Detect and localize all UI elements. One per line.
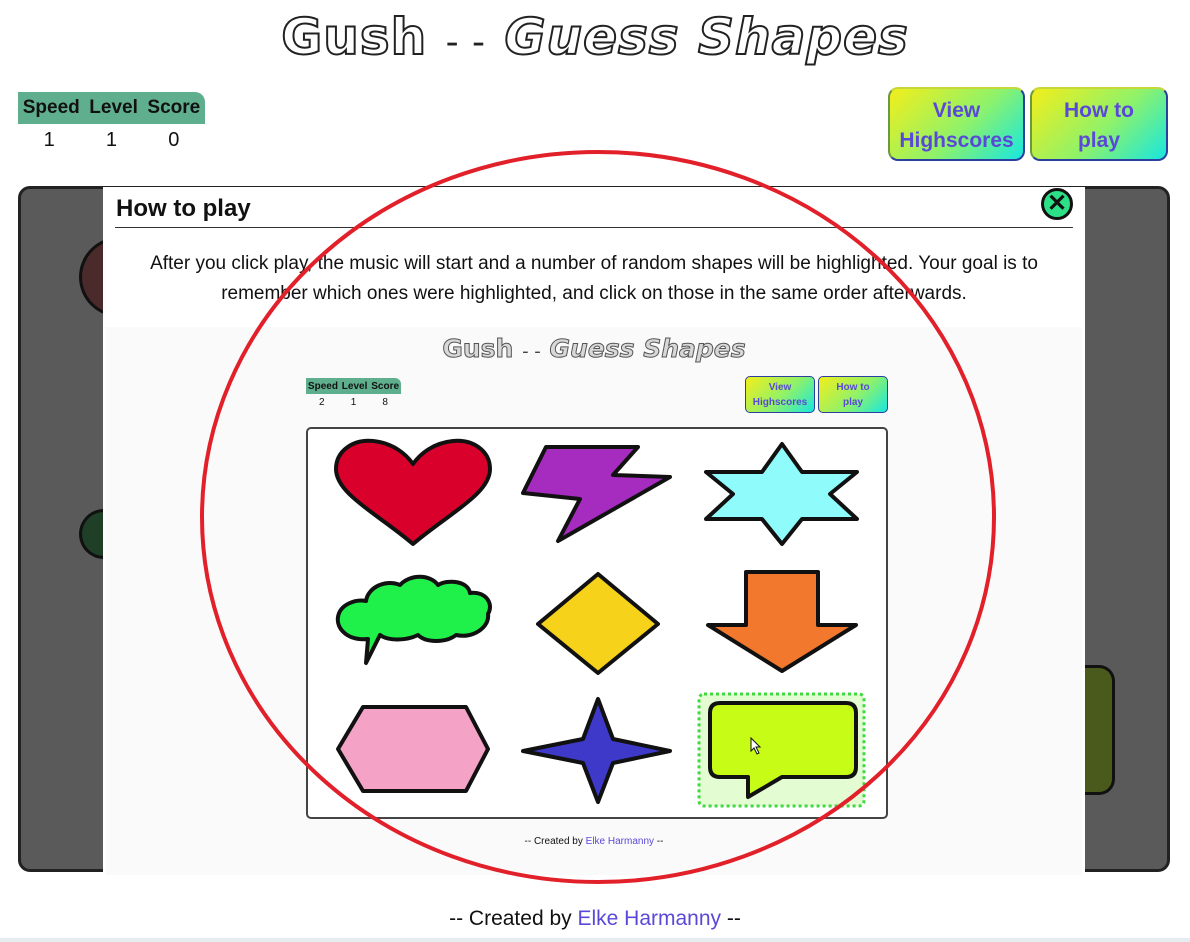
app-title: Gush - - Guess Shapes	[0, 7, 1190, 67]
hexagon-shape	[336, 705, 490, 793]
modal-header: How to play ✕	[115, 187, 1073, 228]
preview-shapes-svg	[334, 438, 866, 808]
level-value: 1	[105, 128, 118, 151]
cloud-bubble-shape	[335, 574, 492, 665]
preview-score-label: Score	[371, 380, 400, 392]
preview-howto-line1: How to	[836, 382, 870, 393]
title-part2: Guess Shapes	[503, 7, 909, 67]
howto-line2: play	[1077, 129, 1121, 152]
modal-title: How to play	[116, 195, 251, 222]
bg-speech-bubble-shape	[1081, 665, 1115, 795]
stats-panel: Speed Level Score 1 1 0	[18, 92, 205, 156]
page-footer: -- Created by Elke Harmanny --	[0, 907, 1190, 931]
howto-line1: How to	[1064, 99, 1134, 122]
example-screenshot: Gush - - Guess Shapes Speed Level Score …	[106, 327, 1082, 875]
preview-stats-values: 2 1 8	[306, 394, 401, 410]
preview-stats-header: Speed Level Score	[306, 378, 401, 394]
stats-values: 1 1 0	[18, 124, 205, 156]
preview-title-separator: - -	[522, 341, 541, 362]
preview-title: Gush - - Guess Shapes	[106, 334, 1082, 364]
preview-speed-label: Speed	[307, 380, 338, 392]
preview-highscores-line1: View	[768, 382, 792, 393]
footer-suffix: --	[726, 907, 741, 930]
preview-speed-value: 2	[319, 396, 325, 408]
heart-shape	[334, 438, 492, 546]
page: Gush - - Guess Shapes Speed Level Score …	[0, 0, 1190, 942]
highscores-line1: View	[932, 99, 981, 122]
close-icon[interactable]: ✕	[1041, 188, 1073, 220]
score-label: Score	[147, 97, 201, 118]
author-link[interactable]: Elke Harmanny	[577, 907, 721, 930]
footer-prefix: -- Created by	[449, 907, 572, 930]
preview-author-link: Elke Harmanny	[585, 836, 655, 847]
preview-title-part1: Gush	[442, 334, 514, 364]
modal-instructions: After you click play, the music will sta…	[150, 253, 1038, 304]
speed-value: 1	[43, 128, 55, 151]
lightning-shape	[521, 445, 672, 543]
level-label: Level	[89, 97, 138, 118]
preview-howto-line2: play	[842, 397, 863, 408]
preview-highscores-line2: Highscores	[752, 397, 808, 408]
how-to-play-modal: How to play ✕ After you click play, the …	[103, 187, 1085, 875]
preview-howto-button: How to play	[818, 376, 888, 413]
stats-header: Speed Level Score	[18, 92, 205, 124]
preview-highscores-button: View Highscores	[745, 376, 815, 413]
preview-score-value: 8	[382, 396, 388, 408]
how-to-play-button[interactable]: How to play	[1030, 87, 1168, 161]
down-arrow-shape	[706, 570, 858, 673]
diamond-shape	[536, 572, 660, 675]
preview-footer-suffix: --	[656, 836, 664, 847]
preview-footer-prefix: -- Created by	[524, 836, 583, 847]
title-part1: Gush	[280, 7, 428, 67]
score-value: 0	[168, 128, 180, 151]
title-separator: - -	[445, 22, 487, 63]
preview-level-value: 1	[350, 396, 357, 408]
six-point-star-shape	[704, 442, 859, 546]
four-point-star-shape	[521, 697, 672, 804]
speed-label: Speed	[22, 97, 80, 118]
bottom-bar	[0, 938, 1190, 942]
preview-title-part2: Guess Shapes	[549, 334, 746, 364]
preview-game-board	[306, 427, 888, 819]
view-highscores-button[interactable]: View Highscores	[888, 87, 1025, 161]
preview-stats-panel: Speed Level Score 2 1 8	[306, 378, 401, 410]
preview-footer: -- Created by Elke Harmanny --	[106, 836, 1082, 847]
highscores-line2: Highscores	[899, 129, 1014, 152]
preview-level-label: Level	[341, 380, 368, 392]
